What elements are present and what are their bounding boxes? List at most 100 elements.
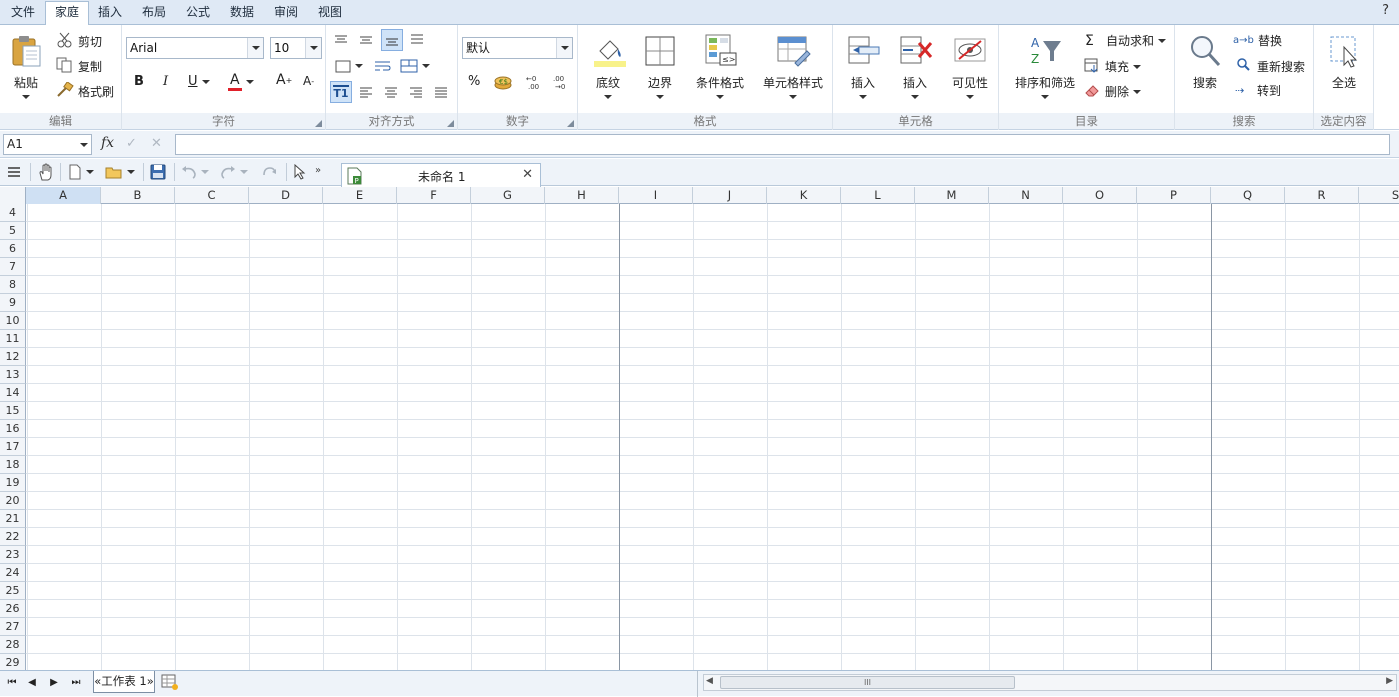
row-header[interactable]: 14 bbox=[0, 384, 26, 402]
row-header[interactable]: 25 bbox=[0, 582, 26, 600]
tab-home[interactable]: 家庭 bbox=[45, 1, 90, 26]
scrollbar-splitter[interactable] bbox=[697, 671, 700, 697]
dialog-launcher-icon[interactable] bbox=[447, 120, 454, 127]
select-all-corner[interactable] bbox=[0, 187, 26, 204]
column-header[interactable]: Q bbox=[1211, 187, 1285, 204]
bold-button[interactable]: B bbox=[134, 74, 144, 89]
hand-tool-button[interactable] bbox=[37, 163, 53, 181]
merge-cells-button[interactable] bbox=[398, 57, 432, 75]
tab-formulas[interactable]: 公式 bbox=[177, 2, 219, 25]
align-center-button[interactable] bbox=[382, 83, 400, 101]
column-header[interactable]: O bbox=[1063, 187, 1137, 204]
column-header[interactable]: K bbox=[767, 187, 841, 204]
close-icon[interactable]: ✕ bbox=[522, 167, 533, 182]
row-header[interactable]: 7 bbox=[0, 258, 26, 276]
sheet-tab[interactable]: «工作表 1» bbox=[93, 671, 155, 693]
visibility-button[interactable]: 可见性 bbox=[945, 33, 995, 99]
tab-file[interactable]: 文件 bbox=[2, 2, 44, 25]
align-right-button[interactable] bbox=[407, 83, 425, 101]
open-folder-button[interactable] bbox=[105, 163, 135, 181]
row-header[interactable]: 17 bbox=[0, 438, 26, 456]
cell-area[interactable] bbox=[26, 204, 1399, 670]
formula-input[interactable] bbox=[175, 134, 1390, 155]
row-header[interactable]: 21 bbox=[0, 510, 26, 528]
font-size-select[interactable]: 10 bbox=[270, 37, 322, 59]
percent-button[interactable]: % bbox=[468, 74, 480, 89]
prev-sheet-button[interactable]: ◀ bbox=[22, 675, 42, 691]
last-sheet-button[interactable]: ⏭ bbox=[66, 675, 86, 691]
tab-insert[interactable]: 插入 bbox=[89, 2, 131, 25]
conditional-format-button[interactable]: ≤> 条件格式 bbox=[692, 33, 748, 99]
cut-button[interactable]: 剪切 bbox=[56, 32, 102, 51]
autosum-button[interactable]: Σ 自动求和 bbox=[1085, 32, 1167, 49]
text-indent-button[interactable]: T1 bbox=[330, 81, 352, 103]
row-header[interactable]: 24 bbox=[0, 564, 26, 582]
justify-vertical-button[interactable] bbox=[408, 31, 426, 49]
wrap-text-button[interactable] bbox=[374, 57, 392, 75]
select-all-button[interactable]: 全选 bbox=[1322, 33, 1366, 91]
row-header[interactable]: 22 bbox=[0, 528, 26, 546]
decrease-decimal-button[interactable]: ←0.00 bbox=[524, 72, 546, 92]
align-bottom-button[interactable] bbox=[381, 29, 403, 51]
name-box[interactable]: A1 bbox=[3, 134, 92, 155]
column-header[interactable]: G bbox=[471, 187, 545, 204]
column-header[interactable]: R bbox=[1285, 187, 1359, 204]
format-painter-button[interactable]: 格式刷 bbox=[56, 81, 114, 101]
row-header[interactable]: 11 bbox=[0, 330, 26, 348]
number-format-select[interactable]: 默认 bbox=[462, 37, 573, 59]
replace-button[interactable]: a→b 替换 bbox=[1233, 32, 1282, 49]
goto-button[interactable]: ⇢ 转到 bbox=[1235, 82, 1281, 99]
research-button[interactable]: 重新搜索 bbox=[1235, 57, 1305, 76]
column-header[interactable]: L bbox=[841, 187, 915, 204]
column-header[interactable]: S bbox=[1359, 187, 1399, 204]
toolbar-overflow-icon[interactable]: » bbox=[315, 161, 321, 179]
clear-button[interactable]: 删除 bbox=[1084, 82, 1142, 101]
row-header[interactable]: 20 bbox=[0, 492, 26, 510]
column-header[interactable]: M bbox=[915, 187, 989, 204]
column-header[interactable]: A bbox=[26, 187, 101, 204]
column-header[interactable]: I bbox=[619, 187, 693, 204]
add-sheet-button[interactable] bbox=[161, 674, 179, 690]
grow-font-button[interactable]: A + bbox=[276, 72, 292, 88]
undo-button[interactable] bbox=[181, 163, 209, 181]
row-header[interactable]: 29 bbox=[0, 654, 26, 670]
tab-review[interactable]: 审阅 bbox=[265, 2, 307, 25]
scroll-left-icon[interactable]: ◀ bbox=[706, 676, 713, 686]
function-icon[interactable]: fx bbox=[101, 135, 114, 151]
repeat-button[interactable] bbox=[261, 163, 277, 181]
row-header[interactable]: 8 bbox=[0, 276, 26, 294]
column-header[interactable]: P bbox=[1137, 187, 1211, 204]
shrink-font-button[interactable]: A- bbox=[303, 74, 314, 88]
column-header[interactable]: J bbox=[693, 187, 767, 204]
sort-filter-button[interactable]: AZ 排序和筛选 bbox=[1005, 33, 1085, 99]
font-color-button[interactable]: A bbox=[228, 72, 254, 91]
column-header[interactable]: N bbox=[989, 187, 1063, 204]
row-header[interactable]: 5 bbox=[0, 222, 26, 240]
new-document-button[interactable] bbox=[68, 163, 94, 181]
align-left-button[interactable] bbox=[357, 83, 375, 101]
first-sheet-button[interactable]: ⏮ bbox=[2, 675, 22, 691]
align-top-button[interactable] bbox=[332, 31, 350, 49]
fill-color-button[interactable]: 底纹 bbox=[588, 33, 628, 99]
redo-button[interactable] bbox=[220, 163, 248, 181]
paste-button[interactable]: 粘贴 bbox=[6, 33, 46, 99]
row-header[interactable]: 12 bbox=[0, 348, 26, 366]
delete-cells-button[interactable]: 插入 bbox=[895, 33, 935, 99]
tab-view[interactable]: 视图 bbox=[309, 2, 351, 25]
underline-button[interactable]: U bbox=[188, 74, 210, 89]
italic-button[interactable]: I bbox=[163, 74, 168, 89]
column-header[interactable]: E bbox=[323, 187, 397, 204]
dialog-launcher-icon[interactable] bbox=[567, 120, 574, 127]
row-header[interactable]: 6 bbox=[0, 240, 26, 258]
row-header[interactable]: 28 bbox=[0, 636, 26, 654]
row-header[interactable]: 27 bbox=[0, 618, 26, 636]
font-family-select[interactable]: Arial bbox=[126, 37, 264, 59]
confirm-icon[interactable]: ✓ bbox=[126, 136, 137, 151]
row-header[interactable]: 10 bbox=[0, 312, 26, 330]
orientation-button[interactable] bbox=[332, 57, 366, 75]
row-header[interactable]: 18 bbox=[0, 456, 26, 474]
hamburger-menu-button[interactable] bbox=[7, 163, 21, 181]
row-header[interactable]: 9 bbox=[0, 294, 26, 312]
column-header[interactable]: D bbox=[249, 187, 323, 204]
help-button[interactable]: ? bbox=[1382, 3, 1389, 18]
